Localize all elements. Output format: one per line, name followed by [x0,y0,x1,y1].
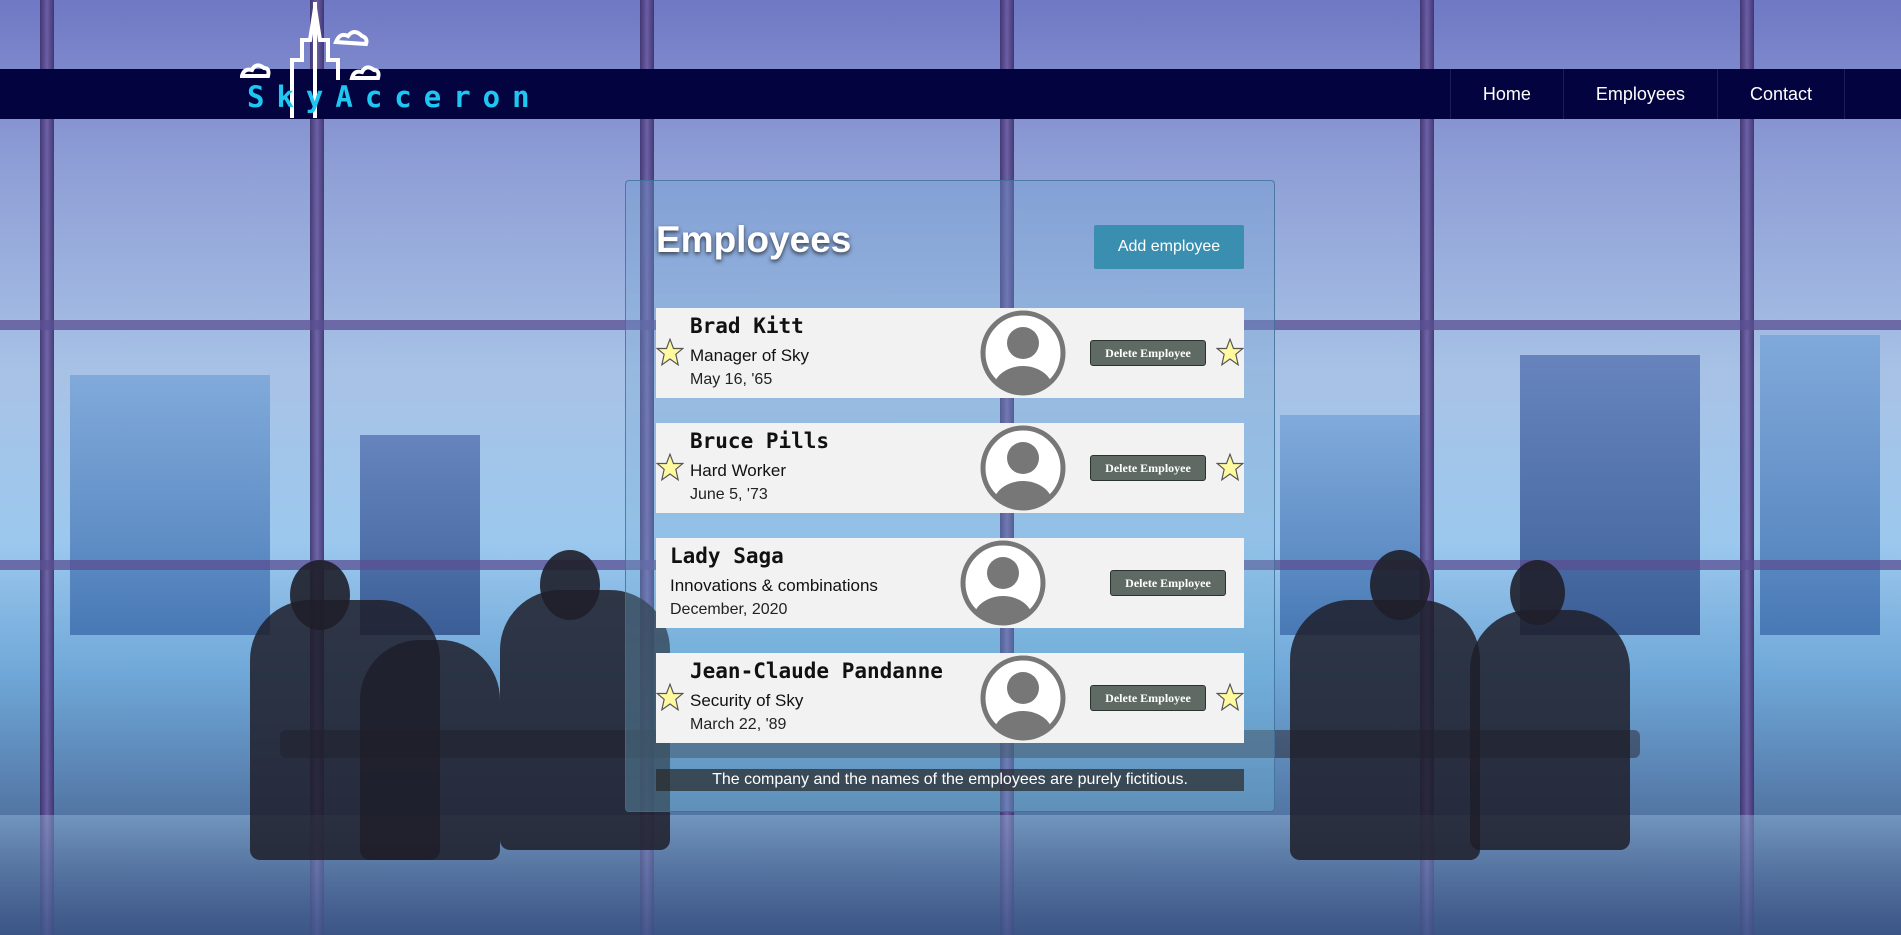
employee-name: Lady Saga [670,544,784,568]
employees-panel: Employees Add employee Brad Kitt Manager… [625,180,1275,812]
nav-home-link[interactable]: Home [1449,69,1563,119]
user-avatar-icon [980,655,1066,741]
employee-date: December, 2020 [670,601,788,618]
brand-name[interactable]: SkyAcceron [247,80,542,114]
nav-employees-link[interactable]: Employees [1562,69,1717,119]
nav-contact-link[interactable]: Contact [1716,69,1845,119]
employee-date: June 5, '73 [690,486,768,503]
delete-employee-button[interactable]: Delete Employee [1110,570,1226,596]
background-building [1760,335,1880,635]
person-silhouette [360,640,500,860]
disclaimer-note: The company and the names of the employe… [656,769,1244,791]
employee-role: Manager of Sky [690,346,810,365]
employee-name: Jean-Claude Pandanne [690,659,943,683]
window-frame [40,0,54,935]
star-icon [1216,338,1244,366]
star-icon [1216,683,1244,711]
person-silhouette [1290,600,1480,860]
person-silhouette [540,550,600,620]
employee-card: Lady Saga Innovations & combinations Dec… [656,538,1244,628]
add-employee-button[interactable]: Add employee [1094,225,1244,269]
employee-card: Brad Kitt Manager of Sky May 16, '65 Del… [656,308,1244,398]
delete-employee-button[interactable]: Delete Employee [1090,685,1206,711]
employee-date: May 16, '65 [690,371,773,388]
star-icon [1216,453,1244,481]
person-silhouette [290,560,350,630]
delete-employee-button[interactable]: Delete Employee [1090,340,1206,366]
star-icon [656,338,684,366]
user-avatar-icon [980,425,1066,511]
employee-name: Brad Kitt [690,314,804,338]
star-icon [656,453,684,481]
main-nav: Home Employees Contact [1449,69,1845,119]
employee-role: Security of Sky [690,691,804,710]
employee-name: Bruce Pills [690,429,830,453]
person-silhouette [1470,610,1630,850]
employee-role: Hard Worker [690,461,787,480]
employee-card: Jean-Claude Pandanne Security of Sky Mar… [656,653,1244,743]
person-silhouette [1510,560,1565,625]
star-icon [656,683,684,711]
employee-role: Innovations & combinations [670,576,878,595]
window-frame [1740,0,1754,935]
user-avatar-icon [960,540,1046,626]
page-title: Employees [656,219,852,260]
background-building [70,375,270,635]
employee-date: March 22, '89 [690,716,787,733]
employee-card: Bruce Pills Hard Worker June 5, '73 Dele… [656,423,1244,513]
user-avatar-icon [980,310,1066,396]
person-silhouette [1370,550,1430,620]
delete-employee-button[interactable]: Delete Employee [1090,455,1206,481]
